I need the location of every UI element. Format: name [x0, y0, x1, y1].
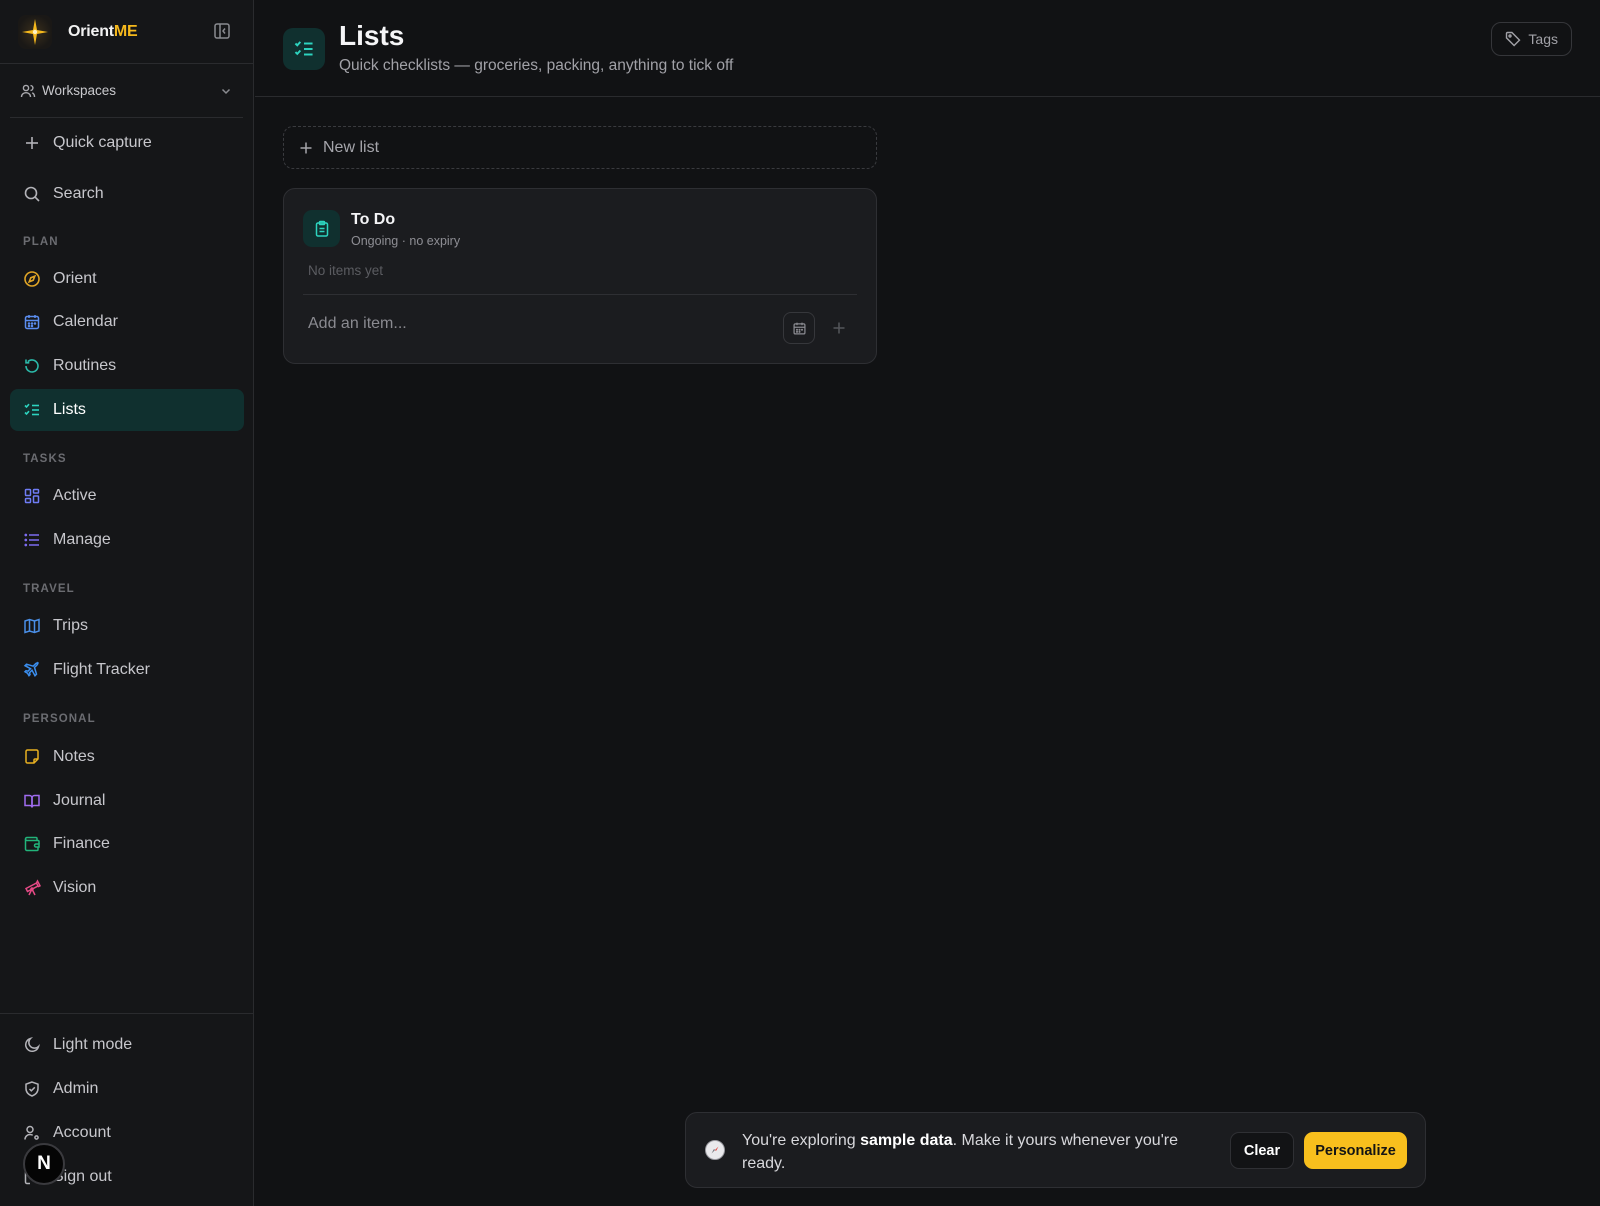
sidebar-item-manage[interactable]: Manage [10, 519, 244, 561]
compass-icon [24, 271, 40, 287]
section-label-tasks: TASKS [23, 453, 67, 465]
book-open-icon [24, 794, 40, 808]
light-mode-toggle[interactable]: Light mode [10, 1024, 244, 1066]
sidebar-item-routines[interactable]: Routines [10, 345, 244, 387]
section-label-travel: TRAVEL [23, 583, 75, 595]
rotate-ccw-icon [25, 359, 39, 373]
workspaces-label: Workspaces [42, 83, 117, 98]
list-card-to-do: To Do Ongoing · no expiry No items yet A… [283, 188, 877, 364]
tag-icon [1506, 31, 1521, 47]
sidebar-item-orient-label: Orient [53, 270, 97, 287]
list-meta: Ongoing · no expiry [351, 234, 461, 248]
banner-message: You're exploring sample data. Make it yo… [742, 1129, 1212, 1175]
sidebar-item-manage-label: Manage [53, 531, 111, 548]
clipboard-list-icon [303, 210, 340, 247]
plus-icon [26, 137, 38, 149]
new-list-label: New list [323, 138, 380, 156]
sidebar-item-calendar-label: Calendar [53, 313, 118, 330]
sidebar-item-journal-label: Journal [53, 792, 106, 809]
workspaces-dropdown[interactable]: Workspaces [10, 64, 243, 118]
page-header: Lists Quick checklists — groceries, pack… [255, 0, 1600, 97]
section-label-personal: PERSONAL [23, 713, 96, 725]
brand-name: OrientME [68, 23, 138, 41]
banner-text-bold: sample data [860, 1132, 953, 1149]
sidebar: OrientME Workspaces Quick capture Search [0, 0, 254, 1206]
main-content: Lists Quick checklists — groceries, pack… [255, 0, 1600, 1206]
list-title[interactable]: To Do [351, 211, 395, 229]
sidebar-item-trips-label: Trips [53, 617, 88, 634]
list-checks-icon [24, 403, 39, 416]
search-button[interactable]: Search [10, 173, 244, 215]
add-item-button[interactable] [823, 312, 855, 344]
compass-icon [704, 1139, 726, 1161]
moon-icon [24, 1037, 40, 1053]
user-cog-icon [24, 1125, 39, 1140]
brand-header: OrientME [0, 0, 253, 64]
sidebar-item-lists[interactable]: Lists [10, 389, 244, 431]
light-mode-label: Light mode [53, 1036, 133, 1053]
section-label-plan: PLAN [23, 236, 59, 248]
sidebar-item-admin-label: Admin [53, 1080, 99, 1097]
collapse-sidebar-icon[interactable] [213, 22, 233, 42]
list-card-divider [303, 294, 857, 295]
sidebar-item-routines-label: Routines [53, 357, 117, 374]
sidebar-item-active-label: Active [53, 487, 97, 504]
banner-text-before: You're exploring [742, 1132, 861, 1149]
dev-tools-avatar[interactable]: N [23, 1143, 65, 1185]
tags-button[interactable]: Tags [1491, 22, 1572, 56]
list-icon [24, 533, 39, 547]
shield-check-icon [25, 1081, 39, 1097]
quick-capture-label: Quick capture [53, 134, 152, 151]
list-checks-icon [283, 28, 325, 70]
plane-icon [23, 661, 40, 677]
sidebar-item-lists-label: Lists [53, 401, 86, 418]
calendar-icon [792, 322, 806, 335]
plus-icon [300, 142, 312, 153]
page-title: Lists [339, 20, 405, 51]
brand-name-prefix: Orient [68, 22, 114, 40]
new-list-button[interactable]: New list [283, 126, 877, 169]
tags-label: Tags [1528, 31, 1558, 47]
sidebar-item-flight-tracker-label: Flight Tracker [53, 661, 150, 678]
clear-button[interactable]: Clear [1230, 1132, 1294, 1169]
sidebar-item-admin[interactable]: Admin [10, 1068, 244, 1110]
sidebar-item-account-label: Account [53, 1124, 111, 1141]
layout-dashboard-icon [24, 488, 40, 504]
due-date-button[interactable] [783, 312, 815, 344]
sidebar-item-finance-label: Finance [53, 835, 110, 852]
sidebar-item-notes[interactable]: Notes [10, 736, 244, 778]
list-empty-state: No items yet [308, 263, 384, 278]
sample-data-banner: You're exploring sample data. Make it yo… [685, 1112, 1426, 1188]
calendar-icon [24, 315, 40, 330]
sidebar-item-vision[interactable]: Vision [10, 867, 244, 909]
sidebar-bottom-divider [0, 1013, 254, 1014]
compass-star-logo-icon[interactable] [18, 14, 52, 49]
sidebar-item-vision-label: Vision [53, 879, 97, 896]
add-item-input[interactable]: Add an item... [308, 315, 407, 333]
sidebar-item-calendar[interactable]: Calendar [10, 301, 244, 343]
chevron-down-icon [221, 88, 231, 94]
search-icon [24, 186, 40, 202]
wallet-icon [24, 836, 40, 852]
personalize-button[interactable]: Personalize [1304, 1132, 1407, 1169]
search-label: Search [53, 185, 104, 202]
plus-icon [833, 322, 845, 334]
sidebar-item-journal[interactable]: Journal [10, 780, 244, 822]
users-icon [20, 84, 36, 97]
brand-name-suffix: ME [113, 22, 138, 40]
sidebar-item-orient[interactable]: Orient [10, 258, 244, 300]
quick-capture-button[interactable]: Quick capture [10, 122, 244, 164]
telescope-icon [25, 879, 41, 896]
page-subtitle: Quick checklists — groceries, packing, a… [339, 57, 734, 74]
sidebar-item-notes-label: Notes [53, 748, 95, 765]
sidebar-item-finance[interactable]: Finance [10, 823, 244, 865]
sticky-note-icon [25, 749, 39, 764]
sidebar-item-flight-tracker[interactable]: Flight Tracker [10, 649, 244, 691]
sidebar-item-active[interactable]: Active [10, 475, 244, 517]
map-icon [24, 618, 40, 634]
sidebar-item-trips[interactable]: Trips [10, 605, 244, 647]
